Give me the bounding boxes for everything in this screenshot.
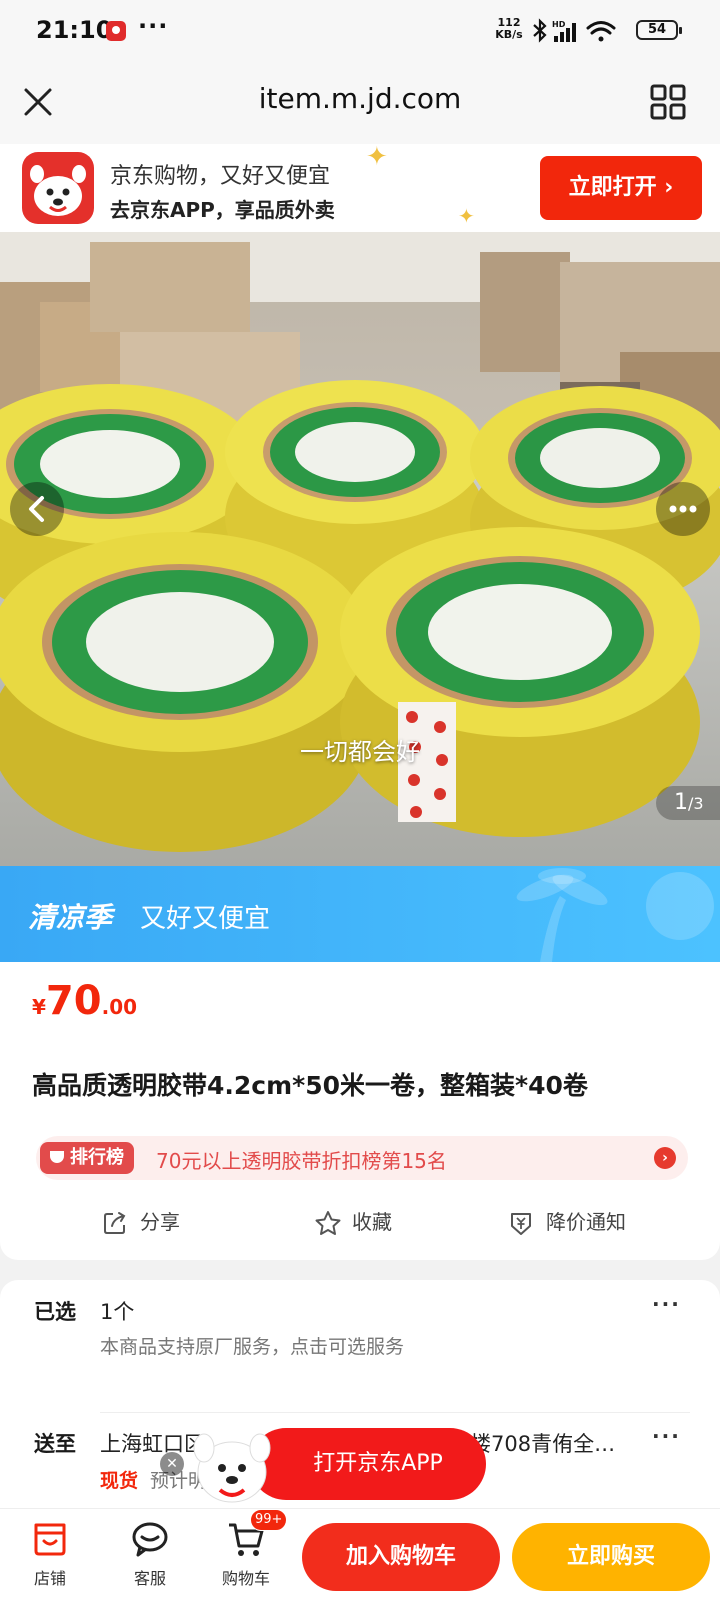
screen: 21:10 ··· 112 KB/s HD 54 item.m.jd.com 京… [0,0,720,1600]
chevron-left-icon [29,496,44,522]
browser-url-bar: item.m.jd.com [0,60,720,144]
chevron-right-icon: › [656,175,674,200]
close-float-icon[interactable]: ✕ [160,1452,184,1476]
bluetooth-icon [533,18,547,43]
price-alert-label: 降价通知 [546,1210,626,1234]
product-title: 高品质透明胶带4.2cm*50米一卷，整箱装*40卷 [32,1071,588,1100]
music-app-icon [106,21,126,41]
buy-now-button[interactable]: 立即购买 [512,1523,710,1591]
sparkle-icon: ✦ [366,142,388,172]
chat-bubble-icon [132,1522,168,1557]
price-alert-button[interactable]: 降价通知 [508,1204,648,1240]
divider [100,1412,690,1413]
connectivity-icons: HD [533,18,616,43]
close-icon[interactable] [18,82,58,122]
share-button[interactable]: 分享 [102,1204,192,1240]
promo-banner[interactable]: 清凉季 又好又便宜 [0,866,720,962]
add-to-cart-button[interactable]: 加入购物车 [302,1523,500,1591]
back-button[interactable] [10,482,64,536]
promo-brand: 清凉季 [28,901,113,934]
product-actions: 分享 收藏 降价通知 [0,1198,720,1246]
product-price: ¥70.00 [32,978,137,1024]
sparkle-icon: ✦ [458,204,475,228]
open-app-button[interactable]: 立即打开 › [540,156,702,220]
more-dots-icon [669,505,697,513]
tab-cart-label: 购物车 [221,1569,270,1588]
image-counter-current: 1 [674,790,688,815]
price-integer: 70 [45,978,102,1024]
share-label: 分享 [140,1210,180,1234]
banner-title: 京东购物，又好又便宜 [110,164,331,189]
more-options-button[interactable] [656,482,710,536]
stock-status: 现货 [100,1470,139,1492]
star-icon [315,1211,341,1235]
price-decimal: .00 [101,995,138,1019]
tab-store-label: 店铺 [33,1569,66,1588]
tab-service-label: 客服 [133,1569,166,1588]
app-download-banner[interactable]: 京东购物，又好又便宜 去京东APP，享品质外卖 ✦ ✦ 立即打开 › [0,142,720,232]
chevron-right-icon: › [654,1147,676,1169]
bottom-action-bar: 店铺 客服 99+ 购物车 加入购物车 立即购买 [0,1508,720,1600]
selected-label: 已选 [34,1300,76,1324]
image-caption: 一切都会好 [300,738,420,766]
tab-store[interactable]: 店铺 [10,1517,90,1593]
jd-app-logo [22,152,94,224]
ship-address-tail: 楼708青侑全… [470,1432,616,1456]
clock: 21:10 [36,16,113,44]
wifi-icon [586,21,616,42]
open-jd-app-float-button[interactable]: 打开京东APP [250,1428,486,1500]
more-notifications-icon: ··· [138,12,169,40]
jd-mascot-icon [193,1433,271,1503]
network-speed-unit: KB/s [495,28,523,41]
promo-text: 又好又便宜 [140,904,271,934]
image-counter: 1/3 [656,786,720,820]
price-tag-icon [511,1213,531,1235]
battery-icon: 54 [636,20,682,40]
ranking-bar[interactable]: 排行榜 70元以上透明胶带折扣榜第15名 › [36,1136,688,1180]
more-dots-icon: ··· [652,1292,681,1316]
network-speed: 112 KB/s [492,17,526,41]
tab-cart[interactable]: 99+ 购物车 [206,1509,288,1593]
favorite-label: 收藏 [352,1210,392,1234]
selected-value: 1个 [100,1300,135,1324]
grid-menu-icon[interactable] [650,84,686,120]
open-jd-app-label: 打开京东APP [313,1451,443,1476]
banner-subtitle: 去京东APP，享品质外卖 [110,198,335,222]
image-counter-total: /3 [688,794,704,813]
more-dots-icon: ··· [652,1424,681,1448]
store-icon [34,1523,66,1556]
status-bar: 21:10 ··· 112 KB/s HD 54 [0,0,720,60]
ranking-badge: 排行榜 [40,1142,134,1174]
share-icon [104,1212,126,1234]
cart-count-badge: 99+ [250,1509,288,1531]
favorite-button[interactable]: 收藏 [314,1204,414,1240]
product-image-gallery[interactable]: 一切都会好 1/3 [0,232,720,866]
url-text[interactable]: item.m.jd.com [160,82,560,115]
service-note: 本商品支持原厂服务，点击可选服务 [100,1336,405,1358]
signal-icon: HD [552,20,576,42]
product-info-card: ¥70.00 高品质透明胶带4.2cm*50米一卷，整箱装*40卷 排行榜 70… [0,962,720,1260]
product-photo [0,232,720,866]
ranking-text: 70元以上透明胶带折扣榜第15名 [156,1149,447,1173]
ship-to-label: 送至 [34,1432,76,1456]
tab-customer-service[interactable]: 客服 [110,1517,190,1593]
open-app-button-label: 立即打开 [568,175,657,200]
svg-text:HD: HD [552,20,566,29]
price-currency: ¥ [32,995,46,1019]
